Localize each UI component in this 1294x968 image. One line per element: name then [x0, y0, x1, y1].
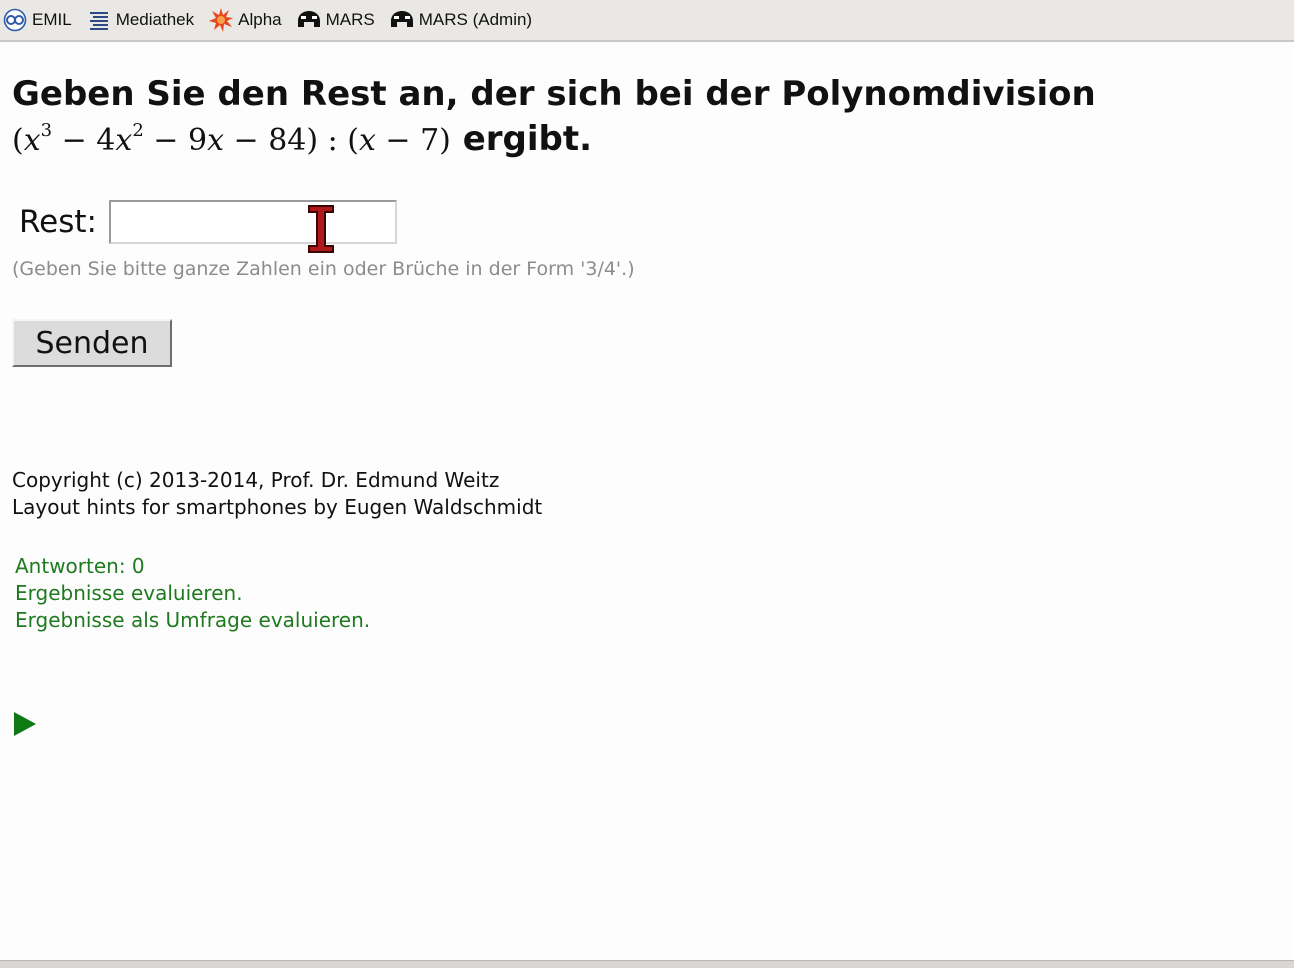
emil-logo-icon — [2, 7, 28, 33]
exercise-content: Geben Sie den Rest an, der sich bei der … — [12, 72, 1294, 736]
starburst-icon — [208, 7, 234, 33]
rest-label: Rest: — [19, 204, 97, 240]
bookmark-mars[interactable]: MARS — [296, 7, 375, 33]
question-formula-line: (x3 − 4x2 − 9x − 84) : (x − 7) ergibt. — [12, 117, 1294, 163]
bookmark-label: EMIL — [32, 10, 72, 29]
status-bar — [0, 960, 1294, 968]
evaluate-results-link[interactable]: Ergebnisse evaluieren. — [15, 580, 370, 607]
bookmark-mediathek[interactable]: Mediathek — [86, 7, 194, 33]
text-cursor-icon — [308, 205, 334, 253]
mars-logo-icon — [389, 7, 415, 33]
layout-hints-text: Layout hints for smartphones by Eugen Wa… — [12, 495, 543, 519]
bookmark-label: MARS (Admin) — [418, 10, 533, 29]
send-button[interactable]: Senden — [12, 319, 172, 367]
rest-input[interactable] — [108, 200, 397, 244]
question-heading: Geben Sie den Rest an, der sich bei der … — [12, 72, 1294, 163]
answers-count: Antworten: 0 — [15, 554, 145, 578]
results-block: Antworten: 0 Ergebnisse evaluieren. Erge… — [15, 553, 370, 634]
evaluate-survey-link[interactable]: Ergebnisse als Umfrage evaluieren. — [15, 607, 370, 634]
copyright-block: Copyright (c) 2013-2014, Prof. Dr. Edmun… — [12, 467, 542, 521]
answer-row: Rest: — [19, 200, 397, 244]
mars-logo-icon — [296, 7, 322, 33]
copyright-text: Copyright (c) 2013-2014, Prof. Dr. Edmun… — [12, 468, 500, 492]
play-icon[interactable] — [14, 712, 36, 736]
bookmark-label: Alpha — [238, 10, 282, 29]
bookmark-emil[interactable]: EMIL — [2, 7, 72, 33]
question-text-after: ergibt. — [462, 119, 593, 159]
bookmark-mars-admin[interactable]: MARS (Admin) — [389, 7, 532, 33]
polynomial-formula: (x3 − 4x2 − 9x − 84) : (x − 7) — [12, 120, 451, 159]
bookmark-label: Mediathek — [115, 10, 195, 29]
list-icon — [86, 7, 112, 33]
bookmarks-toolbar: EMIL Mediathek Alpha MARS MARS (Admin) — [0, 0, 1294, 42]
input-hint: (Geben Sie bitte ganze Zahlen ein oder B… — [12, 258, 635, 280]
bookmark-alpha[interactable]: Alpha — [208, 7, 282, 33]
question-text: Geben Sie den Rest an, der sich bei der … — [12, 74, 1096, 114]
bookmark-label: MARS — [325, 10, 375, 29]
